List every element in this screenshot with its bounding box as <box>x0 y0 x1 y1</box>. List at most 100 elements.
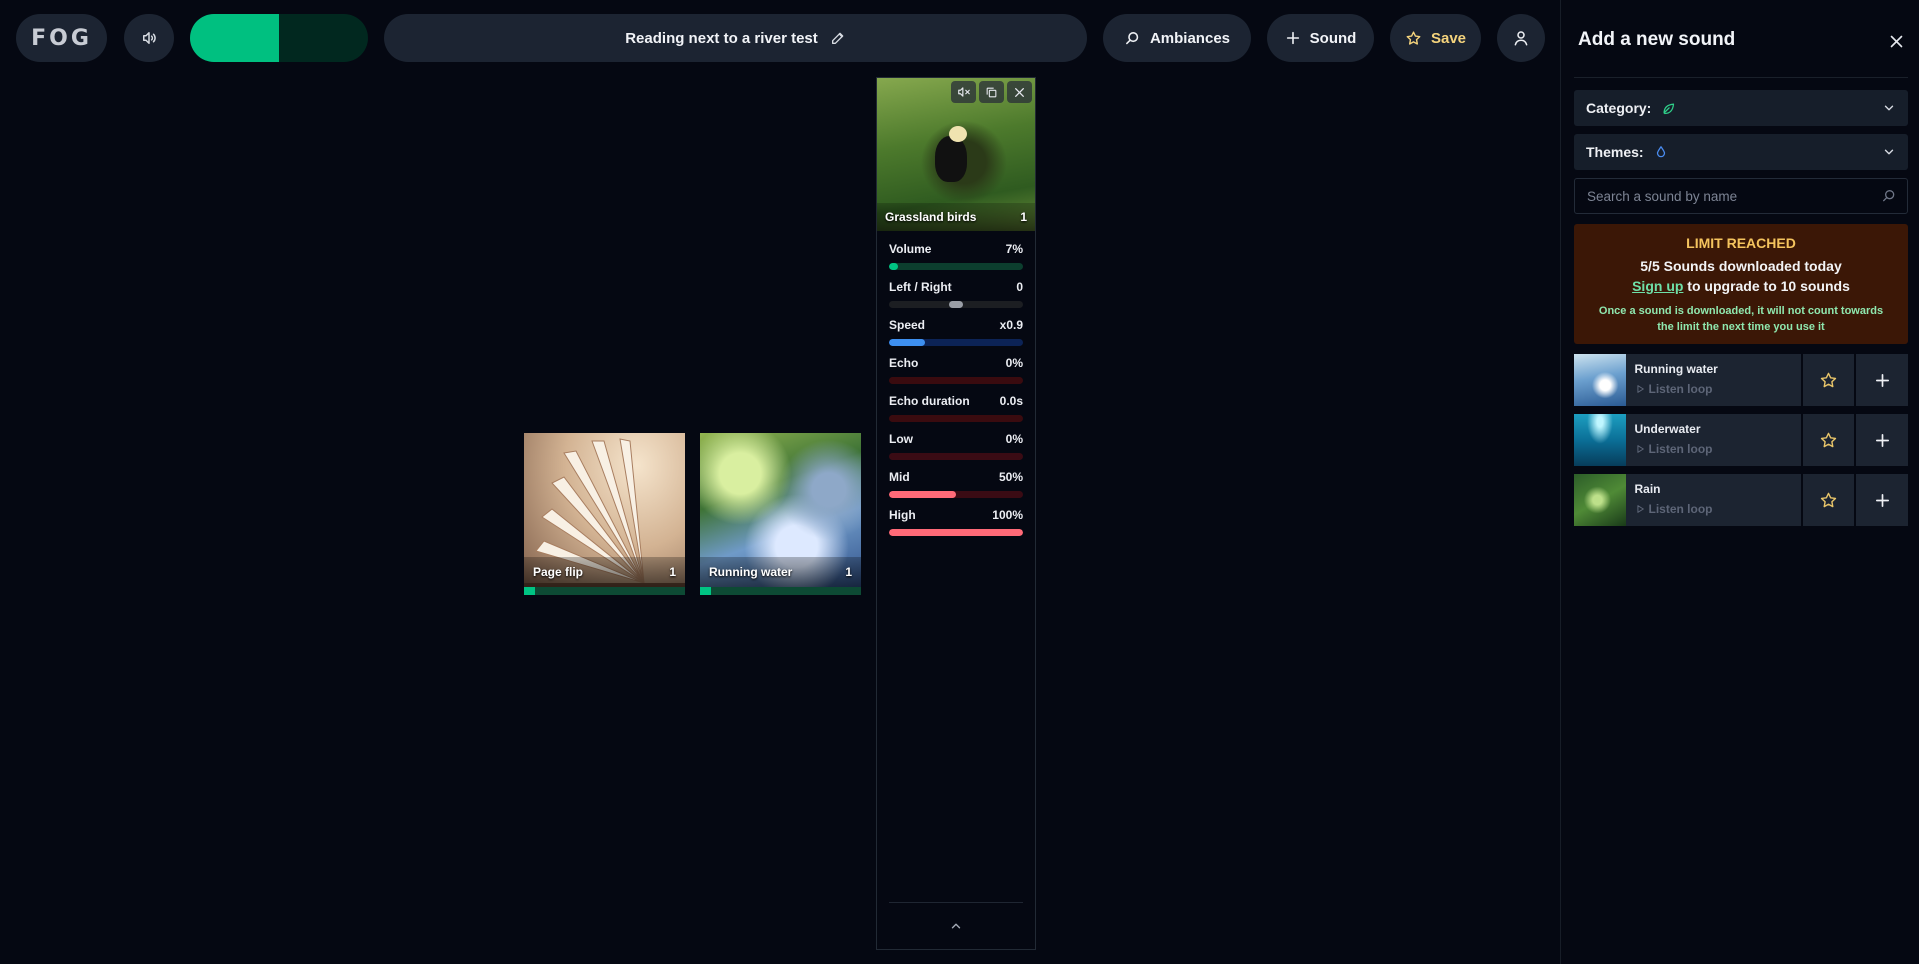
chevron-up-icon <box>951 923 961 928</box>
sound-panel-label: Grassland birds 1 <box>877 203 1035 231</box>
control-value: 0.0s <box>999 394 1023 408</box>
fog-logo[interactable]: FOG <box>16 14 107 62</box>
control-value: 0% <box>1005 356 1023 370</box>
echo-duration-slider[interactable] <box>889 415 1023 422</box>
mid-slider[interactable] <box>889 491 1023 498</box>
control-label: Speed <box>889 318 926 332</box>
volume-fill <box>889 263 899 270</box>
play-icon <box>1636 385 1644 393</box>
add-sound-result-button[interactable] <box>1856 354 1908 406</box>
sound-tile-running-water[interactable]: Running water 1 <box>700 433 861 595</box>
play-icon <box>1636 445 1644 453</box>
control-label: Mid <box>889 470 910 484</box>
pencil-icon[interactable] <box>830 30 846 46</box>
control-row: Echo 0% <box>889 356 1023 370</box>
control-value: 100% <box>992 508 1023 522</box>
limit-reached-banner: LIMIT REACHED 5/5 Sounds downloaded toda… <box>1574 224 1908 344</box>
volume-control: Volume 7% <box>889 242 1023 270</box>
remove-sound-button[interactable] <box>1007 81 1032 103</box>
sign-up-link[interactable]: Sign up <box>1632 278 1683 294</box>
tile-label: Running water 1 <box>700 557 861 587</box>
sound-tile-page-flip[interactable]: Page flip 1 <box>524 433 685 595</box>
control-label: Left / Right <box>889 280 952 294</box>
listen-loop-label: Listen loop <box>1648 502 1713 516</box>
category-dropdown[interactable]: Category: <box>1574 90 1908 126</box>
volume-slider[interactable] <box>889 263 1023 270</box>
mid-control: Mid 50% <box>889 470 1023 498</box>
copy-icon <box>986 87 997 97</box>
tile-volume-bar[interactable] <box>700 587 861 595</box>
drawer-title: Add a new sound <box>1578 29 1736 50</box>
ambiances-label: Ambiances <box>1149 29 1231 47</box>
search-icon[interactable] <box>1881 188 1897 204</box>
sound-result-info: Running water Listen loop <box>1625 354 1801 406</box>
low-slider[interactable] <box>889 453 1023 460</box>
plus-icon <box>1875 433 1889 447</box>
sound-thumbnail <box>1574 414 1626 466</box>
sound-panel-actions <box>951 81 1032 103</box>
echo-slider[interactable] <box>889 377 1023 384</box>
listen-loop-button[interactable]: Listen loop <box>1635 382 1792 396</box>
leaf-icon <box>1663 103 1675 114</box>
echo-control: Echo 0% <box>889 356 1023 384</box>
control-value: 50% <box>998 470 1023 484</box>
control-row: Speed x0.9 <box>889 318 1023 332</box>
listen-loop-button[interactable]: Listen loop <box>1635 502 1792 516</box>
ambiance-title[interactable]: Reading next to a river test <box>384 14 1087 62</box>
speaker-icon <box>143 32 156 44</box>
close-drawer-button[interactable] <box>1887 32 1905 50</box>
control-row: Left / Right 0 <box>889 280 1023 294</box>
sound-result-name: Running water <box>1634 362 1718 376</box>
sound-panel-name: Grassland birds <box>885 210 977 224</box>
tile-volume-bar[interactable] <box>524 587 685 595</box>
sound-search-input[interactable] <box>1587 188 1881 204</box>
account-button[interactable] <box>1497 14 1545 62</box>
favorite-button[interactable] <box>1802 354 1855 406</box>
master-volume-slider[interactable] <box>190 14 368 62</box>
tile-count: 1 <box>845 565 852 579</box>
star-icon <box>1821 492 1837 507</box>
listen-loop-button[interactable]: Listen loop <box>1635 442 1792 456</box>
ambiances-button[interactable]: Ambiances <box>1103 14 1251 62</box>
high-slider[interactable] <box>889 529 1023 536</box>
sound-result-running-water: Running water Listen loop <box>1574 354 1908 406</box>
tile-volume-fill <box>524 587 536 595</box>
favorite-button[interactable] <box>1802 414 1855 466</box>
collapse-panel-button[interactable] <box>889 902 1023 948</box>
star-icon <box>1821 372 1837 387</box>
echo-duration-control: Echo duration 0.0s <box>889 394 1023 422</box>
master-volume-button[interactable] <box>124 14 174 62</box>
mute-button[interactable] <box>951 81 976 103</box>
master-volume-fill <box>190 14 279 62</box>
add-sound-result-button[interactable] <box>1856 414 1908 466</box>
add-sound-button[interactable]: Sound <box>1267 14 1374 62</box>
listen-loop-label: Listen loop <box>1648 382 1713 396</box>
tile-count: 1 <box>669 565 676 579</box>
mid-fill <box>889 491 956 498</box>
themes-dropdown[interactable]: Themes: <box>1574 134 1908 170</box>
duplicate-button[interactable] <box>979 81 1004 103</box>
control-row: Volume 7% <box>889 242 1023 256</box>
search-icon <box>1126 31 1139 44</box>
low-control: Low 0% <box>889 432 1023 460</box>
sound-result-underwater: Underwater Listen loop <box>1574 414 1908 466</box>
speed-fill <box>889 339 926 346</box>
ambiance-title-text: Reading next to a river test <box>625 29 818 47</box>
sound-result-name: Rain <box>1634 482 1661 496</box>
play-icon <box>1636 505 1644 513</box>
favorite-button[interactable] <box>1802 474 1855 526</box>
control-label: High <box>889 508 916 522</box>
themes-label: Themes: <box>1586 144 1644 160</box>
speed-slider[interactable] <box>889 339 1023 346</box>
sound-search-box <box>1574 178 1908 214</box>
sound-thumbnail <box>1574 354 1626 406</box>
left-right-slider[interactable] <box>889 301 1023 308</box>
save-button[interactable]: Save <box>1390 14 1481 62</box>
control-row: Low 0% <box>889 432 1023 446</box>
control-value: 0% <box>1005 432 1023 446</box>
bird-shape <box>935 136 967 182</box>
high-control: High 100% <box>889 508 1023 536</box>
add-sound-result-button[interactable] <box>1856 474 1908 526</box>
left-right-control: Left / Right 0 <box>889 280 1023 308</box>
control-row: Mid 50% <box>889 470 1023 484</box>
